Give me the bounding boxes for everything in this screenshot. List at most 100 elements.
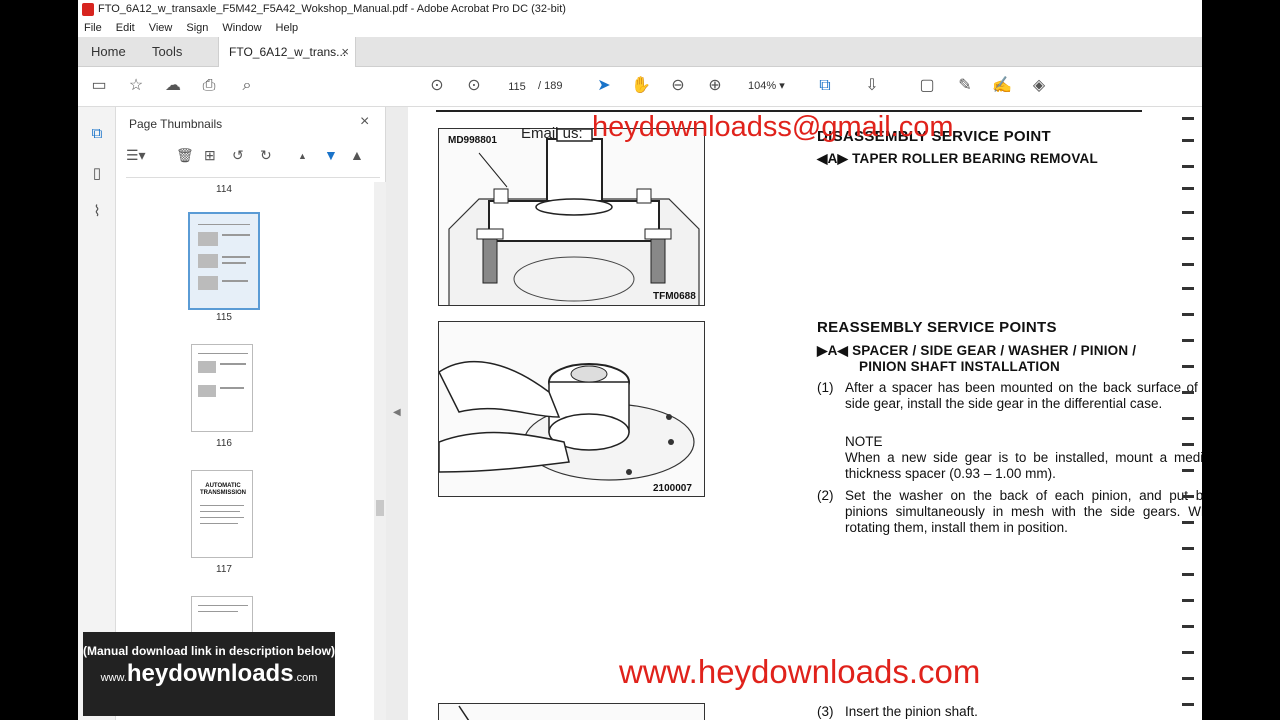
zoom-in-icon[interactable]: ⊕	[704, 75, 726, 97]
menu-edit[interactable]: Edit	[116, 19, 135, 37]
tool-part-number: MD998801	[448, 135, 497, 146]
menu-bar: File Edit View Sign Window Help	[78, 19, 1202, 37]
promo-suffix: .com	[293, 672, 318, 684]
zoom-level-value: 104%	[748, 80, 777, 92]
panel-toolbar: ☰▾ 🗑 ⊞ ↺ ↻ ▲ ▼ ▲	[126, 147, 381, 169]
close-panel-icon[interactable]: ×	[360, 113, 369, 131]
thumbnail-page-115[interactable]	[188, 212, 260, 310]
menu-sign[interactable]: Sign	[186, 19, 208, 37]
disassembly-subheading: ◀A▶ TAPER ROLLER BEARING REMOVAL	[817, 151, 1098, 166]
step-number: (2)	[817, 488, 834, 503]
zoom-level-select[interactable]: 104% ▾	[738, 76, 794, 96]
step-3-text: Insert the pinion shaft.	[845, 704, 978, 719]
bearing-puller-illustration	[448, 129, 700, 305]
thumbnail-heading: AUTOMATIC TRANSMISSION	[199, 483, 246, 496]
comment-icon[interactable]: ▢	[916, 75, 938, 97]
reassembly-subheading-line2: PINION SHAFT INSTALLATION	[859, 359, 1060, 374]
email-label-overlay: Email us:	[521, 125, 583, 142]
tab-document[interactable]: FTO_6A12_w_trans... ×	[218, 37, 356, 68]
highlight-pen-icon[interactable]: ✎	[954, 75, 976, 97]
thumbnail-label: 114	[216, 184, 232, 195]
next-page-icon[interactable]: ⊙	[463, 75, 485, 97]
collapse-panel-icon[interactable]: ◀	[393, 407, 401, 418]
figure-bearing-puller: MD998801 TFM0688	[438, 128, 705, 306]
menu-window[interactable]: Window	[222, 19, 261, 37]
reassembly-subheading-line1: ▶A◀ SPACER / SIDE GEAR / WASHER / PINION…	[817, 343, 1137, 358]
window-title: FTO_6A12_w_transaxle_F5M42_F5A42_Wokshop…	[98, 3, 566, 15]
email-watermark: heydownloadss@gmail.com	[592, 111, 954, 143]
document-view: MD998801 TFM0688 2100007 DISASSEMBLY SER…	[408, 107, 1202, 720]
promo-site: www.heydownloads.com	[83, 660, 335, 688]
panel-splitter[interactable]: ◀	[386, 107, 408, 720]
hand-tool-icon[interactable]: ✋	[630, 75, 652, 97]
main-toolbar: ▭ ☆ ☁ ⎙ ⌕ ⊙ ⊙ 115 / 189 ➤ ✋ ⊖ ⊕ 104% ▾ ⧉…	[78, 67, 1202, 107]
thumbnail-page-117[interactable]: AUTOMATIC TRANSMISSION	[191, 470, 253, 558]
stamp-icon[interactable]: ◈	[1028, 75, 1050, 97]
figure-side-gear-installation: 2100007	[438, 321, 705, 497]
bookmarks-icon[interactable]: ▯	[87, 164, 107, 184]
panel-scroll-thumb[interactable]	[376, 500, 384, 516]
pinion-shaft-illustration	[458, 705, 470, 720]
acrobat-window: FTO_6A12_w_transaxle_F5M42_F5A42_Wokshop…	[78, 0, 1202, 720]
close-tab-icon[interactable]: ×	[341, 37, 349, 67]
menu-help[interactable]: Help	[276, 19, 299, 37]
tab-tools[interactable]: Tools	[152, 37, 182, 67]
thumbnail-label: 116	[216, 438, 232, 449]
note-title: NOTE	[845, 434, 883, 449]
scroll-mode-icon[interactable]: ⇩	[861, 75, 883, 97]
page-total: / 189	[538, 80, 563, 92]
page-thumbnails-icon[interactable]: ⧉	[87, 124, 107, 144]
figure-pinion-shaft	[438, 703, 705, 720]
menu-view[interactable]: View	[149, 19, 173, 37]
reassembly-heading: REASSEMBLY SERVICE POINTS	[817, 319, 1057, 336]
draw-icon[interactable]: ✍	[991, 75, 1013, 97]
enlarge-thumbnails-icon[interactable]: ▲	[350, 147, 364, 163]
print-icon[interactable]: ⎙	[198, 75, 220, 97]
thumbnail-size-slider[interactable]: ▼	[324, 147, 338, 163]
page-thumbnails-panel: Page Thumbnails × ☰▾ 🗑 ⊞ ↺ ↻ ▲ ▼ ▲ 114 1…	[116, 107, 386, 720]
rotate-right-icon[interactable]: ↻	[260, 147, 272, 164]
panel-divider	[126, 177, 380, 178]
panel-title: Page Thumbnails	[129, 117, 223, 131]
note-text: When a new side gear is to be installed,…	[845, 450, 1202, 481]
previous-page-icon[interactable]: ⊙	[426, 75, 448, 97]
thumbnail-label: 117	[216, 564, 232, 575]
thumbnail-label: 115	[216, 312, 232, 323]
search-icon[interactable]: ⌕	[236, 75, 258, 97]
bookmark-star-icon[interactable]: ☆	[125, 75, 147, 97]
page-edge-marks	[1176, 107, 1202, 720]
save-icon[interactable]: ▭	[88, 75, 110, 97]
insert-page-icon[interactable]: ⊞	[204, 147, 216, 164]
figure-code: 2100007	[653, 483, 692, 494]
zoom-out-icon[interactable]: ⊖	[667, 75, 689, 97]
shrink-thumbnails-icon[interactable]: ▲	[298, 151, 307, 161]
figure-code: TFM0688	[653, 291, 696, 302]
page-number-input[interactable]: 115	[500, 76, 534, 96]
options-menu-icon[interactable]: ☰▾	[126, 147, 146, 164]
promo-prefix: www.	[100, 672, 127, 684]
side-gear-illustration	[439, 360, 695, 481]
promo-banner: (Manual download link in description bel…	[83, 632, 335, 716]
step-1-text: After a spacer has been mounted on the b…	[845, 380, 1202, 411]
page-display-icon[interactable]: ⧉	[814, 75, 836, 97]
step-number: (3)	[817, 704, 834, 719]
title-bar: FTO_6A12_w_transaxle_F5M42_F5A42_Wokshop…	[78, 0, 1202, 19]
delete-page-icon[interactable]: 🗑	[176, 147, 194, 164]
tab-bar: Home Tools FTO_6A12_w_trans... ×	[78, 37, 1202, 68]
select-cursor-icon[interactable]: ➤	[593, 75, 615, 97]
step-2-text: Set the washer on the back of each pinio…	[845, 488, 1202, 535]
left-navigation-strip: ⧉ ▯ ⌇	[78, 107, 116, 720]
promo-main: heydownloads	[126, 660, 294, 687]
menu-file[interactable]: File	[84, 19, 102, 37]
panel-scrollbar[interactable]	[374, 182, 386, 720]
site-watermark: www.heydownloads.com	[619, 653, 981, 690]
document-tab-label: FTO_6A12_w_trans...	[229, 45, 347, 59]
acrobat-app-icon	[82, 3, 94, 16]
tab-home[interactable]: Home	[91, 37, 126, 67]
upload-cloud-icon[interactable]: ☁	[162, 75, 184, 97]
step-number: (1)	[817, 380, 834, 395]
rotate-left-icon[interactable]: ↺	[232, 147, 244, 164]
thumbnail-page-116[interactable]	[191, 344, 253, 432]
attachments-icon[interactable]: ⌇	[87, 202, 107, 222]
promo-line: (Manual download link in description bel…	[83, 644, 336, 658]
